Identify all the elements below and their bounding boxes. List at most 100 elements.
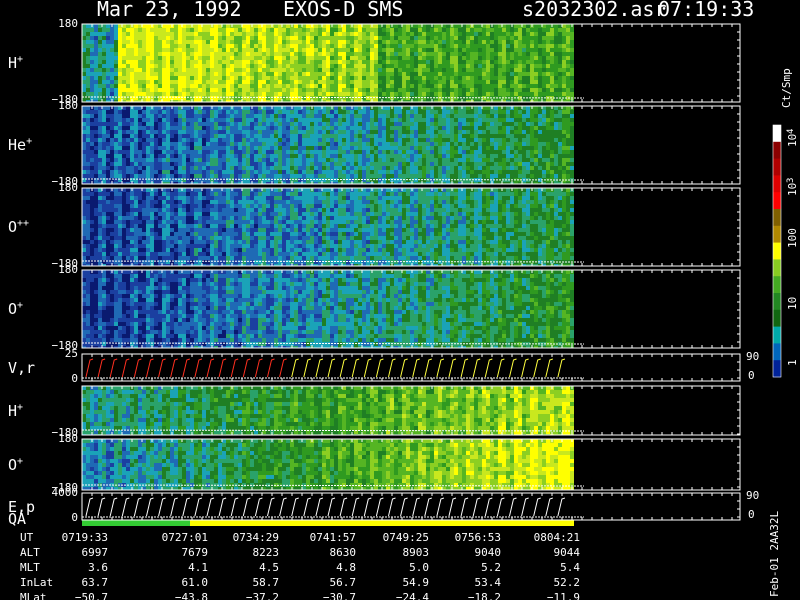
- heatmap-cell: [102, 122, 106, 126]
- heatmap-cell: [238, 142, 242, 146]
- heatmap-cell: [218, 134, 222, 138]
- heatmap-cell: [470, 110, 474, 114]
- heatmap-cell: [326, 24, 330, 28]
- heatmap-cell: [158, 114, 162, 118]
- heatmap-cell: [326, 96, 330, 100]
- heatmap-cell: [562, 158, 566, 162]
- heatmap-cell: [90, 256, 94, 260]
- heatmap-cell: [510, 36, 514, 40]
- heatmap-cell: [186, 118, 190, 122]
- heatmap-cell: [230, 114, 234, 118]
- heatmap-cell: [490, 138, 494, 142]
- heatmap-cell: [522, 44, 526, 48]
- heatmap-cell: [538, 138, 542, 142]
- heatmap-cell: [258, 138, 262, 142]
- heatmap-cell: [422, 130, 426, 134]
- heatmap-cell: [534, 84, 538, 88]
- heatmap-cell: [90, 142, 94, 146]
- heatmap-cell: [226, 166, 230, 170]
- heatmap-cell: [418, 60, 422, 64]
- heatmap-cell: [118, 118, 122, 122]
- heatmap-cell: [482, 118, 486, 122]
- heatmap-cell: [118, 134, 122, 138]
- heatmap-cell: [318, 24, 322, 28]
- heatmap-cell: [450, 138, 454, 142]
- heatmap-cell: [226, 130, 230, 134]
- heatmap-cell: [142, 134, 146, 138]
- heatmap-cell: [118, 68, 122, 72]
- heatmap-cell: [138, 88, 142, 92]
- heatmap-cell: [394, 28, 398, 32]
- heatmap-cell: [434, 52, 438, 56]
- heatmap-cell: [190, 92, 194, 96]
- heatmap-cell: [298, 28, 302, 32]
- heatmap-cell: [138, 24, 142, 28]
- heatmap-cell: [546, 174, 550, 178]
- heatmap-cell: [286, 52, 290, 56]
- heatmap-cell: [90, 134, 94, 138]
- heatmap-cell: [502, 170, 506, 174]
- heatmap-cell: [438, 36, 442, 40]
- heatmap-cell: [430, 174, 434, 178]
- heatmap-cell: [102, 170, 106, 174]
- heatmap-cell: [94, 110, 98, 114]
- heatmap-cell: [566, 60, 570, 64]
- heatmap-cell: [458, 126, 462, 130]
- heatmap-cell: [570, 40, 574, 44]
- heatmap-cell: [482, 36, 486, 40]
- heatmap-cell: [146, 138, 150, 142]
- heatmap-cell: [178, 106, 182, 110]
- heatmap-cell: [94, 130, 98, 134]
- heatmap-cell: [202, 126, 206, 130]
- heatmap-cell: [226, 40, 230, 44]
- heatmap-cell: [426, 68, 430, 72]
- heatmap-cell: [294, 154, 298, 158]
- heatmap-cell: [438, 80, 442, 84]
- heatmap-cell: [434, 106, 438, 110]
- heatmap-cell: [522, 174, 526, 178]
- heatmap-cell: [206, 92, 210, 96]
- heatmap-cell: [82, 114, 86, 118]
- heatmap-cell: [386, 158, 390, 162]
- heatmap-cell: [406, 134, 410, 138]
- heatmap-cell: [222, 130, 226, 134]
- heatmap-cell: [534, 162, 538, 166]
- heatmap-cell: [430, 118, 434, 122]
- heatmap-cell: [442, 114, 446, 118]
- heatmap-cell: [454, 146, 458, 150]
- heatmap-cell: [470, 76, 474, 80]
- heatmap-cell: [242, 52, 246, 56]
- heatmap-cell: [342, 48, 346, 52]
- heatmap-cell: [166, 150, 170, 154]
- heatmap-cell: [450, 76, 454, 80]
- heatmap-cell: [438, 44, 442, 48]
- heatmap-cell: [214, 40, 218, 44]
- heatmap-cell: [530, 72, 534, 76]
- heatmap-cell: [546, 122, 550, 126]
- heatmap-cell: [510, 80, 514, 84]
- heatmap-cell: [278, 48, 282, 52]
- heatmap-cell: [434, 110, 438, 114]
- heatmap-cell: [466, 24, 470, 28]
- heatmap-cell: [462, 44, 466, 48]
- heatmap-cell: [346, 68, 350, 72]
- heatmap-cell: [122, 142, 126, 146]
- heatmap-cell: [302, 48, 306, 52]
- heatmap-cell: [190, 72, 194, 76]
- heatmap-cell: [210, 40, 214, 44]
- heatmap-cell: [426, 122, 430, 126]
- heatmap-cell: [114, 48, 118, 52]
- heatmap-cell: [314, 32, 318, 36]
- heatmap-cell: [390, 52, 394, 56]
- heatmap-cell: [346, 84, 350, 88]
- heatmap-cell: [134, 28, 138, 32]
- heatmap-cell: [470, 170, 474, 174]
- heatmap-cell: [518, 122, 522, 126]
- heatmap-cell: [346, 162, 350, 166]
- heatmap-cell: [394, 56, 398, 60]
- heatmap-cell: [410, 174, 414, 178]
- heatmap-cell: [126, 92, 130, 96]
- heatmap-cell: [262, 52, 266, 56]
- heatmap-cell: [214, 106, 218, 110]
- heatmap-cell: [182, 174, 186, 178]
